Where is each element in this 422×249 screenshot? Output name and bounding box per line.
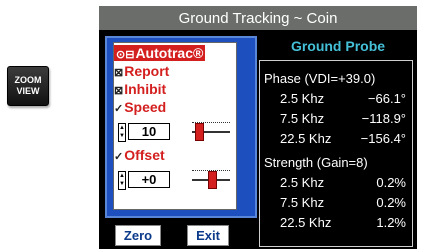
zero-button[interactable]: Zero — [115, 225, 161, 246]
phase-header: Phase (VDI=+39.0) — [264, 71, 376, 86]
ground-probe-title: Ground Probe — [290, 38, 386, 54]
offset-value-field[interactable]: +0 — [128, 171, 170, 188]
strength-row: 22.5 Khz 1.2% — [260, 215, 410, 233]
phase-row: 22.5 Khz −156.4° — [260, 131, 410, 149]
strength-value: 1.2% — [376, 215, 406, 230]
frequency-label: 7.5 Khz — [280, 111, 325, 126]
phase-value: −66.1° — [367, 91, 406, 106]
menu-item-label: Report — [124, 63, 170, 79]
ground-probe-panel: Phase (VDI=+39.0) 2.5 Khz −66.1° 7.5 Khz −… — [259, 60, 413, 247]
strength-row: 7.5 Khz 0.2% — [260, 195, 410, 213]
frequency-label: 2.5 Khz — [280, 91, 325, 106]
zoom-view-button[interactable]: ZOOM VIEW — [7, 66, 49, 106]
offset-stepper-arrows[interactable]: ▲ ▼ — [118, 171, 126, 190]
frequency-label: 22.5 Khz — [280, 131, 332, 146]
strength-row: 2.5 Khz 0.2% — [260, 175, 410, 193]
menu-item-label: Inhibit — [124, 81, 167, 97]
view-label: VIEW — [16, 86, 40, 96]
offset-slider[interactable] — [192, 168, 230, 190]
menu-item-label: Speed — [124, 99, 167, 115]
window-title: Ground Tracking ~ Coin — [99, 6, 417, 30]
checkbox-icon: ⊠ — [114, 85, 124, 97]
frequency-label: 7.5 Khz — [280, 195, 325, 210]
zoom-label: ZOOM — [14, 75, 42, 85]
strength-header: Strength (Gain=8) — [264, 155, 368, 170]
strength-value: 0.2% — [376, 175, 406, 190]
phase-row: 2.5 Khz −66.1° — [260, 91, 410, 109]
radio-icon: ⊙⊟ — [116, 49, 135, 61]
slider-knob[interactable] — [208, 171, 217, 189]
menu-item-inhibit[interactable]: ⊠Inhibit — [114, 81, 166, 97]
speed-slider[interactable] — [192, 120, 230, 142]
phase-row: 7.5 Khz −118.9° — [260, 111, 410, 129]
menu-item-autotrac[interactable]: ⊙⊟Autotrac® — [114, 45, 206, 61]
frequency-label: 22.5 Khz — [280, 215, 332, 230]
phase-value: −156.4° — [360, 131, 406, 146]
checkbox-icon: ⊠ — [114, 67, 124, 79]
speed-stepper-arrows[interactable]: ▲ ▼ — [118, 123, 126, 142]
frequency-label: 2.5 Khz — [280, 175, 325, 190]
menu-item-label: Autotrac® — [135, 45, 204, 61]
menu-item-report[interactable]: ⊠Report — [114, 63, 169, 79]
phase-value: −118.9° — [361, 111, 406, 126]
settings-menu: ⊙⊟Autotrac® ⊠Report ⊠Inhibit ✓Speed ▲ ▼ 1… — [113, 42, 237, 210]
exit-button[interactable]: Exit — [187, 225, 229, 246]
slider-knob[interactable] — [195, 123, 204, 141]
menu-item-label: Offset — [124, 147, 165, 163]
menu-item-offset[interactable]: ✓Offset — [114, 147, 165, 163]
check-icon: ✓ — [114, 103, 124, 115]
detector-screen: Ground Tracking ~ Coin ⊙⊟Autotrac® ⊠Repo… — [99, 6, 417, 249]
speed-value-field[interactable]: 10 — [128, 123, 170, 140]
check-icon: ✓ — [114, 151, 124, 163]
settings-panel: ⊙⊟Autotrac® ⊠Report ⊠Inhibit ✓Speed ▲ ▼ 1… — [105, 36, 257, 218]
strength-value: 0.2% — [376, 195, 406, 210]
menu-item-speed[interactable]: ✓Speed — [114, 99, 166, 115]
